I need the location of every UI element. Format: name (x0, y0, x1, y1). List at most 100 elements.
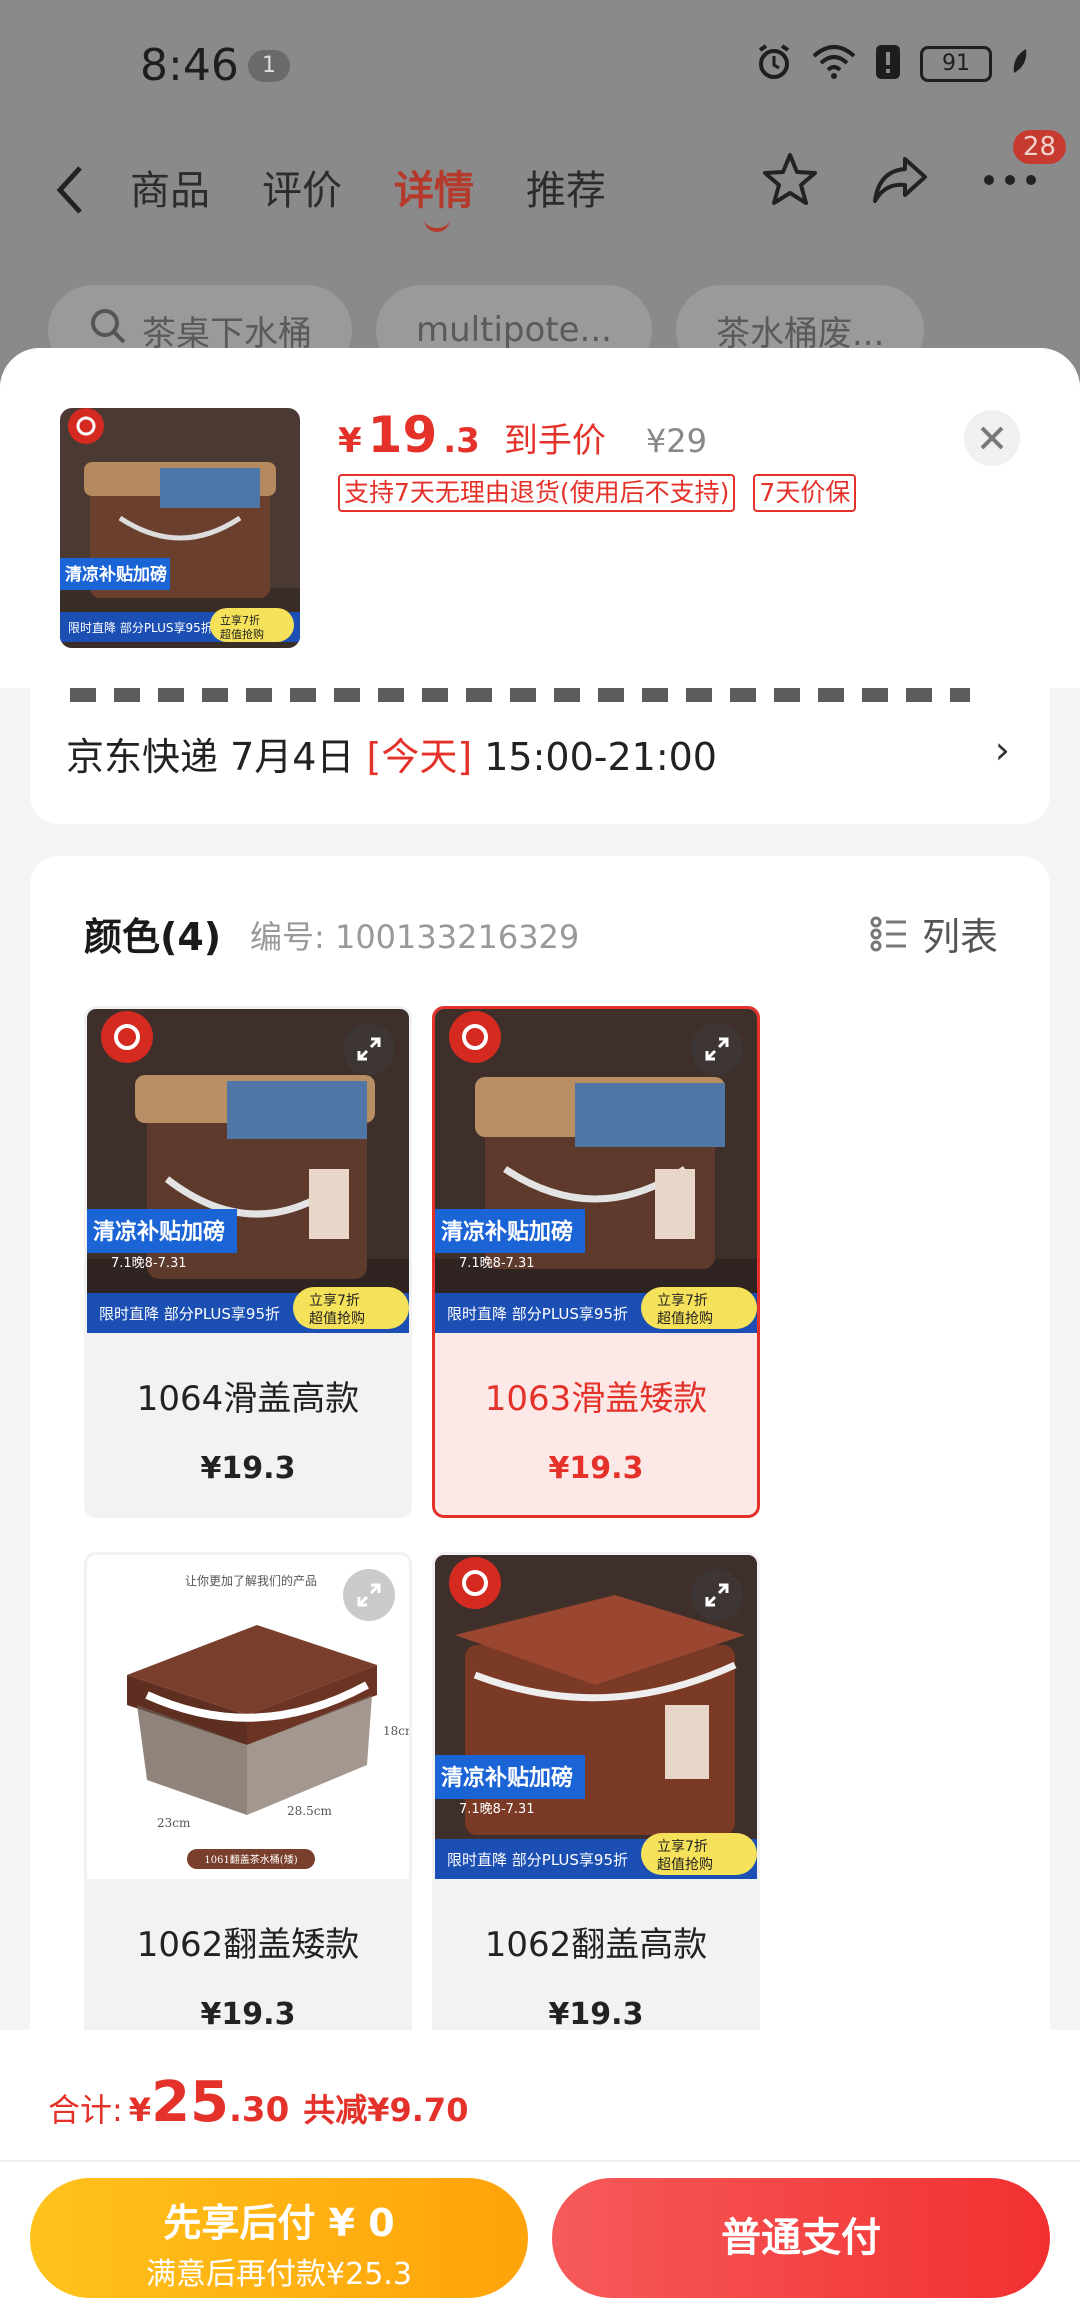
svg-text:23cm: 23cm (157, 1816, 191, 1830)
svg-text:清凉补贴加磅: 清凉补贴加磅 (93, 1219, 225, 1245)
chevron-right-icon: › (994, 728, 1010, 772)
sku-number: 编号: 100133216329 (250, 918, 580, 956)
svg-text:限时直降 部分PLUS享95折: 限时直降 部分PLUS享95折 (99, 1305, 280, 1323)
svg-text:清凉补贴加磅: 清凉补贴加磅 (65, 564, 167, 585)
svg-text:7.1晚8-7.31: 7.1晚8-7.31 (111, 1256, 187, 1271)
svg-text:清凉补贴加磅: 清凉补贴加磅 (441, 1219, 573, 1245)
tab-reviews[interactable]: 评价 (262, 158, 342, 216)
svg-text:限时直降 部分PLUS享95折: 限时直降 部分PLUS享95折 (68, 620, 213, 635)
total-decimal: .30 (229, 2090, 290, 2130)
list-view-toggle[interactable]: 列表 (870, 906, 998, 961)
sheet-header: 清凉补贴加磅 限时直降 部分PLUS享95折 立享7折 超值抢购 ¥ 19 .3… (0, 348, 1080, 688)
pay-later-subtitle: 满意后再付款¥25.3 (146, 2257, 412, 2292)
price-decimal: .3 (443, 421, 480, 461)
alarm-icon (754, 42, 794, 86)
svg-text:7.1晚8-7.31: 7.1晚8-7.31 (459, 1256, 535, 1271)
svg-text:超值抢购: 超值抢购 (657, 1310, 713, 1327)
expand-icon[interactable] (691, 1023, 743, 1075)
option-price: ¥19.3 (548, 1997, 644, 2032)
alert-icon (874, 43, 902, 85)
color-option-1063[interactable]: 清凉补贴加磅 7.1晚8-7.31 限时直降 部分PLUS享95折 立享7折 超… (432, 1006, 760, 1518)
color-option-1062-tall[interactable]: 清凉补贴加磅 7.1晚8-7.31 限时直降 部分PLUS享95折 立享7折 超… (432, 1552, 760, 2064)
share-icon[interactable] (870, 150, 930, 210)
option-price: ¥19.3 (200, 1997, 296, 2032)
notification-count: 1 (248, 50, 290, 82)
total-currency: ¥ (128, 2091, 152, 2129)
product-thumbnail[interactable]: 清凉补贴加磅 限时直降 部分PLUS享95折 立享7折 超值抢购 (60, 408, 300, 648)
more-menu-icon[interactable]: 28 (980, 130, 1066, 210)
tab-product[interactable]: 商品 (130, 158, 210, 216)
return-policy-tag: 支持7天无理由退货(使用后不支持) (338, 474, 736, 512)
service-tags: 支持7天无理由退货(使用后不支持) 7天价保 (338, 474, 857, 512)
total-discount: 共减¥9.70 (303, 2091, 469, 2129)
svg-text:立享7折: 立享7折 (657, 1292, 708, 1309)
svg-text:28.5cm: 28.5cm (287, 1804, 332, 1818)
wifi-icon (812, 44, 856, 84)
svg-text:超值抢购: 超值抢购 (657, 1856, 713, 1873)
expand-icon[interactable] (343, 1569, 395, 1621)
expand-icon[interactable] (691, 1569, 743, 1621)
total-summary: 合计: ¥ 25 .30 共减¥9.70 (48, 2070, 468, 2135)
total-integer: 25 (151, 2070, 229, 2135)
delivery-date: 京东快递 7月4日 (66, 735, 367, 779)
footer-divider (0, 2160, 1080, 2162)
delivery-info: 京东快递 7月4日 [今天] 15:00-21:00 (66, 726, 717, 781)
leaf-icon (1010, 47, 1030, 81)
favorite-star-icon[interactable] (760, 150, 820, 210)
color-section-title: 颜色(4) (84, 915, 222, 959)
svg-text:清凉补贴加磅: 清凉补贴加磅 (441, 1765, 573, 1791)
clipped-address-row (70, 686, 970, 702)
list-toggle-label: 列表 (921, 915, 998, 959)
tab-recommend[interactable]: 推荐 (526, 158, 606, 216)
option-name: 1063滑盖矮款 (484, 1379, 708, 1419)
svg-text:让你更加了解我们的产品: 让你更加了解我们的产品 (185, 1573, 317, 1588)
delivery-today-label: [今天] (366, 735, 473, 779)
price-line: ¥ 19 .3 到手价 ¥29 (338, 406, 707, 464)
status-time: 8:46 (140, 40, 239, 91)
status-bar: 8:46 1 91 (0, 30, 1080, 100)
svg-text:立享7折: 立享7折 (309, 1292, 360, 1309)
svg-text:超值抢购: 超值抢购 (309, 1310, 365, 1327)
back-arrow-icon[interactable] (50, 160, 90, 220)
pay-later-title: 先享后付 ¥ 0 (163, 2201, 395, 2245)
nav-tabs: 商品 评价 详情 推荐 (130, 158, 606, 232)
svg-text:超值抢购: 超值抢购 (220, 627, 264, 641)
status-icons: 91 (754, 42, 1030, 86)
nav-actions: 28 (760, 130, 1066, 210)
delivery-card[interactable]: 京东快递 7月4日 [今天] 15:00-21:00 › (30, 688, 1050, 824)
battery-indicator: 91 (920, 46, 992, 82)
option-name: 1064滑盖高款 (136, 1379, 360, 1419)
price-tag-label: 到手价 (503, 421, 606, 461)
svg-text:1061翻盖茶水桶(矮): 1061翻盖茶水桶(矮) (204, 1853, 297, 1866)
sku-selector-sheet: 清凉补贴加磅 限时直降 部分PLUS享95折 立享7折 超值抢购 ¥ 19 .3… (0, 348, 1080, 2310)
color-option-1064[interactable]: 清凉补贴加磅 7.1晚8-7.31 限时直降 部分PLUS享95折 立享7折 超… (84, 1006, 412, 1518)
top-nav: 商品 评价 详情 推荐 28 (0, 130, 1080, 232)
checkout-footer: 合计: ¥ 25 .30 共减¥9.70 先享后付 ¥ 0 满意后再付款¥25.… (0, 2030, 1080, 2310)
color-selection-card: 颜色(4) 编号: 100133216329 列表 清凉补贴加磅 7.1晚8-7… (30, 856, 1050, 2156)
option-name: 1062翻盖高款 (484, 1925, 708, 1965)
normal-pay-button[interactable]: 普通支付 (552, 2178, 1050, 2298)
option-price: ¥19.3 (548, 1451, 644, 1486)
svg-text:限时直降 部分PLUS享95折: 限时直降 部分PLUS享95折 (447, 1305, 628, 1323)
svg-text:7.1晚8-7.31: 7.1晚8-7.31 (459, 1802, 535, 1817)
svg-text:18cm: 18cm (383, 1724, 409, 1738)
option-name: 1062翻盖矮款 (136, 1925, 360, 1965)
color-option-1062-short[interactable]: 让你更加了解我们的产品 23cm 28.5cm 18cm 1061翻盖茶水桶(矮… (84, 1552, 412, 2064)
close-icon (980, 426, 1004, 450)
delivery-window: 15:00-21:00 (472, 735, 717, 779)
svg-text:立享7折: 立享7折 (657, 1838, 708, 1855)
pay-later-button[interactable]: 先享后付 ¥ 0 满意后再付款¥25.3 (30, 2178, 528, 2298)
option-price: ¥19.3 (200, 1451, 296, 1486)
tab-details[interactable]: 详情 (394, 158, 474, 232)
price-integer: 19 (367, 406, 438, 464)
svg-text:限时直降 部分PLUS享95折: 限时直降 部分PLUS享95折 (447, 1851, 628, 1869)
total-label: 合计: (48, 2091, 123, 2129)
price-protect-tag: 7天价保 (753, 474, 857, 512)
svg-text:立享7折: 立享7折 (220, 613, 260, 627)
list-icon (870, 916, 906, 951)
message-badge: 28 (1012, 130, 1066, 164)
close-button[interactable] (964, 410, 1020, 466)
expand-icon[interactable] (343, 1023, 395, 1075)
original-price: ¥29 (645, 422, 707, 460)
currency-symbol: ¥ (338, 421, 362, 461)
